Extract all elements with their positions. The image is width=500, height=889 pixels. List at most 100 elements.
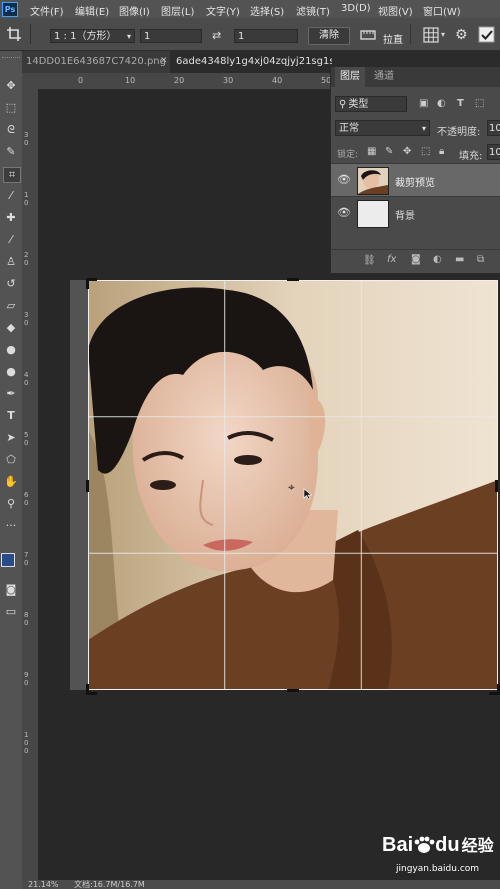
menu-image[interactable]: 图像(I): [119, 3, 150, 18]
clear-button[interactable]: 清除: [308, 27, 350, 45]
straighten-icon[interactable]: [360, 28, 376, 42]
eraser-tool-icon[interactable]: ▱: [3, 299, 19, 313]
watermark-logo: Bai du 经验: [382, 832, 494, 857]
screen-mode-icon[interactable]: ▭: [3, 605, 19, 619]
add-mask-icon[interactable]: ◙: [411, 254, 421, 265]
ruler-tick: 0: [24, 739, 29, 747]
menu-filter[interactable]: 滤镜(T): [296, 3, 330, 18]
lasso-tool-icon[interactable]: ᘓ: [3, 123, 19, 137]
chevron-down-icon[interactable]: ▾: [441, 30, 445, 39]
overlay-grid-icon[interactable]: [423, 27, 439, 43]
vertical-ruler: 3 0 1 0 2 0 3 0 4 0 5 0 6 0 7 0 8 0 9 0 …: [22, 89, 39, 889]
eyedropper-tool-icon[interactable]: ⁄: [3, 189, 19, 203]
width-input[interactable]: 1: [140, 29, 202, 43]
filter-type-icon[interactable]: T: [457, 98, 464, 109]
separator: [30, 24, 31, 44]
fill-input[interactable]: 100: [487, 144, 500, 160]
tab-channels[interactable]: 通道: [369, 67, 399, 87]
healing-brush-tool-icon[interactable]: ✚: [3, 211, 19, 225]
tab-document-2[interactable]: 6ade4348ly1g4xj04zqjyj21sg1s: [172, 51, 332, 73]
adjustment-layer-icon[interactable]: ◐: [433, 254, 442, 265]
watermark-url: jingyan.baidu.com: [396, 864, 480, 874]
gear-icon[interactable]: ⚙: [455, 28, 468, 42]
crop-handle-left[interactable]: [86, 480, 89, 492]
menu-edit[interactable]: 编辑(E): [75, 3, 109, 18]
layer-filter-select[interactable]: ⚲ 类型: [335, 96, 407, 112]
lock-pixels-icon[interactable]: ✎: [385, 146, 393, 157]
menu-layer[interactable]: 图层(L): [161, 3, 194, 18]
more-tools-icon[interactable]: ···: [3, 519, 19, 533]
layer-row-crop-preview[interactable]: 👁︎ 裁剪预览: [331, 163, 500, 196]
foreground-color-swatch[interactable]: [1, 553, 15, 567]
height-input[interactable]: 1: [234, 29, 298, 43]
type-tool-icon[interactable]: T: [3, 409, 19, 423]
tool-panel-grip: [2, 57, 20, 61]
lock-artboard-icon[interactable]: ⬚: [421, 146, 430, 157]
filter-adjustment-icon[interactable]: ◐: [437, 98, 446, 109]
crop-handle-top-left[interactable]: [86, 278, 97, 289]
straighten-label[interactable]: 拉直: [383, 31, 403, 46]
ruler-tick: 8: [24, 611, 29, 619]
crop-handle-bottom[interactable]: [287, 689, 299, 692]
options-bar: 1 : 1（方形） ▾ 1 ⇄ 1 清除 拉直 ▾ ⚙: [0, 18, 500, 51]
history-brush-tool-icon[interactable]: ↺: [3, 277, 19, 291]
color-swatches[interactable]: [0, 551, 22, 573]
ruler-tick: 0: [24, 499, 29, 507]
crop-tool-icon[interactable]: ⌗: [3, 167, 21, 183]
delete-cropped-checkbox[interactable]: [478, 26, 496, 44]
ratio-select[interactable]: 1 : 1（方形） ▾: [50, 29, 135, 43]
crop-handle-bottom-right[interactable]: [489, 684, 500, 695]
quick-select-tool-icon[interactable]: ✎: [3, 145, 19, 159]
eye-icon[interactable]: 👁︎: [337, 173, 351, 186]
lock-position-icon[interactable]: ✥: [403, 146, 411, 157]
path-select-tool-icon[interactable]: ➤: [3, 431, 19, 445]
eye-icon[interactable]: 👁︎: [337, 206, 351, 219]
lock-all-icon[interactable]: 🔒︎: [439, 146, 444, 157]
ruler-tick: 4: [24, 371, 29, 379]
filter-pixel-icon[interactable]: ▣: [419, 98, 428, 109]
menu-type[interactable]: 文字(Y): [206, 3, 240, 18]
crop-handle-right[interactable]: [495, 480, 498, 492]
link-layers-icon[interactable]: ⛓: [363, 255, 376, 266]
watermark-brand-2: du: [435, 834, 460, 856]
fx-icon[interactable]: fx: [387, 254, 396, 265]
clone-stamp-tool-icon[interactable]: ♙: [3, 255, 19, 269]
brush-tool-icon[interactable]: ⁄: [3, 233, 19, 247]
layer-filter-label: 类型: [348, 99, 369, 110]
layer-row-background[interactable]: 👁︎ 背景: [331, 196, 500, 229]
menu-window[interactable]: 窗口(W): [423, 3, 461, 18]
blend-mode-select[interactable]: 正常 ▾: [335, 120, 430, 136]
crop-handle-bottom-left[interactable]: [86, 684, 97, 695]
lock-transparency-icon[interactable]: ▦: [367, 146, 376, 157]
menu-select[interactable]: 选择(S): [250, 3, 284, 18]
filter-shape-icon[interactable]: ⬚: [475, 98, 484, 109]
ruler-tick: 0: [24, 199, 29, 207]
shape-tool-icon[interactable]: ⬠: [3, 453, 19, 467]
tab-layers[interactable]: 图层: [335, 67, 365, 87]
zoom-tool-icon[interactable]: ⚲: [3, 497, 19, 511]
hand-tool-icon[interactable]: ✋: [3, 475, 19, 489]
menu-bar: Ps 文件(F) 编辑(E) 图像(I) 图层(L) 文字(Y) 选择(S) 滤…: [0, 0, 500, 18]
new-group-icon[interactable]: ▬: [455, 254, 464, 265]
pen-tool-icon[interactable]: ✒: [3, 387, 19, 401]
ruler-tick: 10: [125, 76, 136, 85]
new-layer-icon[interactable]: ⧉: [477, 254, 484, 265]
marquee-tool-icon[interactable]: ⬚: [3, 101, 19, 115]
dodge-tool-icon[interactable]: ●: [3, 365, 19, 379]
paint-bucket-tool-icon[interactable]: ◆: [3, 321, 19, 335]
crop-handle-top[interactable]: [287, 278, 299, 281]
menu-3d[interactable]: 3D(D): [341, 3, 371, 14]
zoom-readout[interactable]: 21.14%: [28, 880, 59, 889]
move-tool-icon[interactable]: ✥: [3, 79, 19, 93]
swap-icon[interactable]: ⇄: [212, 29, 221, 42]
tab-document-1[interactable]: 14DD01E643687C7420.png: [22, 51, 170, 73]
close-icon[interactable]: ✕: [160, 56, 168, 66]
blend-mode-label: 正常: [339, 123, 359, 134]
menu-view[interactable]: 视图(V): [378, 3, 413, 18]
quick-mask-icon[interactable]: ◙: [3, 583, 19, 597]
opacity-input[interactable]: 100: [487, 120, 500, 136]
blur-tool-icon[interactable]: ●: [3, 343, 19, 357]
ruler-tick: 0: [24, 747, 29, 755]
menu-file[interactable]: 文件(F): [30, 3, 64, 18]
crop-tool-icon[interactable]: [6, 26, 22, 42]
